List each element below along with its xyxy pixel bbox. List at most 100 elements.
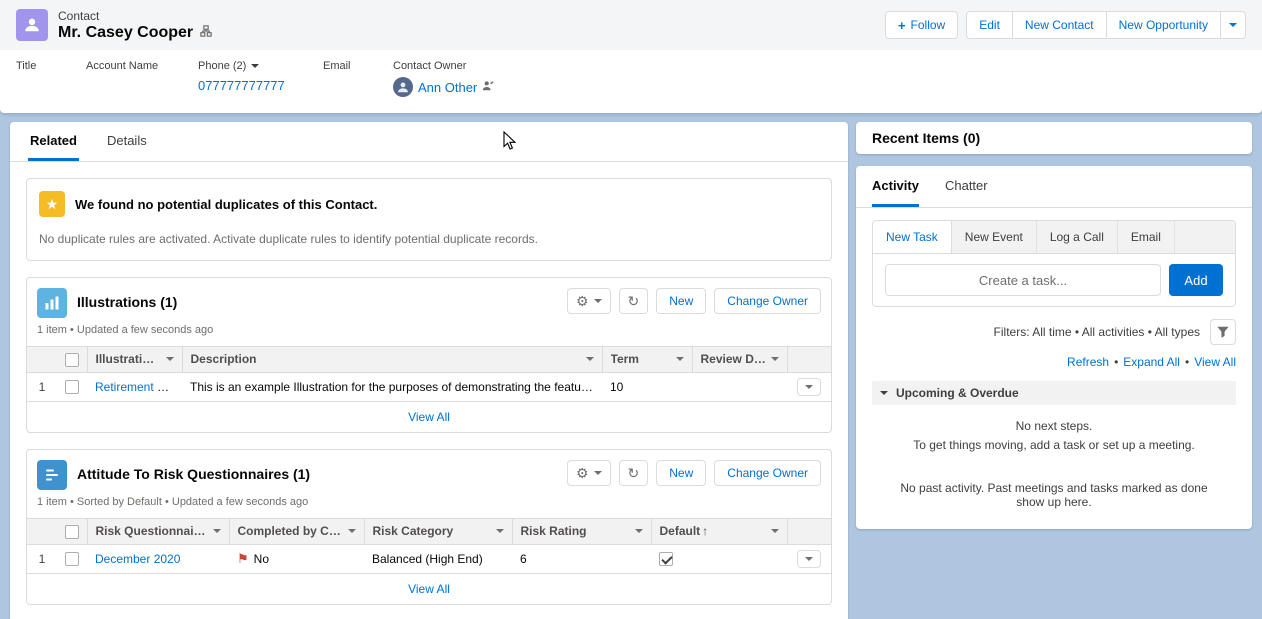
chevron-down-icon — [347, 529, 356, 534]
field-account-name: Account Name — [86, 60, 198, 97]
refresh-link[interactable]: Refresh — [1067, 355, 1109, 369]
atr-title[interactable]: Attitude To Risk Questionnaires (1) — [77, 466, 310, 482]
row-number: 1 — [27, 544, 57, 574]
tab-chatter[interactable]: Chatter — [945, 166, 988, 207]
chevron-down-icon — [585, 357, 594, 362]
refresh-icon: ↻ — [627, 464, 640, 481]
row-checkbox[interactable] — [65, 552, 79, 567]
illustrations-meta: 1 item • Updated a few seconds ago — [37, 324, 214, 336]
default-checkbox[interactable] — [659, 552, 673, 567]
page-title: Mr. Casey Cooper — [58, 23, 194, 41]
tab-related-label: Related — [30, 132, 77, 148]
upcoming-overdue-section[interactable]: Upcoming & Overdue — [872, 381, 1236, 405]
column-header-term[interactable]: Term — [601, 346, 692, 373]
column-header-review-date[interactable]: Review Date — [691, 346, 787, 373]
tab-details-label: Details — [106, 132, 147, 148]
row-actions-button[interactable] — [797, 549, 821, 568]
row-number-header — [27, 346, 57, 373]
view-all-link[interactable]: View All — [1194, 355, 1236, 369]
tab-email[interactable]: Email — [1118, 221, 1175, 253]
select-all-checkbox[interactable] — [65, 524, 79, 539]
record-body-panel: Related Details ★ We found no potential … — [10, 122, 848, 619]
illustrations-change-owner-button[interactable]: Change Owner — [714, 288, 821, 314]
illustrations-view-all-link[interactable]: View All — [408, 410, 450, 424]
illustrations-new-button[interactable]: New — [656, 288, 707, 314]
atr-refresh-button[interactable]: ↻ — [618, 459, 649, 486]
default-cell — [651, 544, 787, 574]
past-activity-empty-state: No past activity. Past meetings and task… — [900, 481, 1208, 510]
duplicates-description: No duplicate rules are activated. Activa… — [39, 232, 538, 246]
table-row: 1 December 2020 ⚑ No Balanced (High End) … — [27, 544, 831, 574]
chevron-down-icon — [675, 357, 684, 362]
more-actions-button[interactable] — [1220, 11, 1246, 39]
column-label: Risk Category — [372, 524, 454, 539]
chevron-down-icon — [770, 529, 779, 534]
atr-new-button[interactable]: New — [656, 459, 707, 486]
new-contact-button[interactable]: New Contact — [1011, 11, 1107, 39]
illustration-description-cell: This is an example Illustration for the … — [182, 372, 602, 402]
filter-button[interactable] — [1210, 319, 1236, 345]
create-task-input[interactable] — [885, 264, 1161, 296]
chevron-down-icon — [251, 64, 260, 68]
row-checkbox[interactable] — [65, 380, 79, 395]
gear-icon: ⚙ — [575, 293, 589, 309]
column-header-description[interactable]: Description — [181, 346, 602, 373]
tab-related[interactable]: Related — [28, 122, 79, 161]
atr-settings-button[interactable]: ⚙ — [566, 459, 611, 486]
account-name-field-label: Account Name — [86, 60, 159, 72]
select-all-checkbox[interactable] — [65, 352, 79, 367]
illustrations-refresh-button[interactable]: ↻ — [618, 288, 649, 314]
column-label: Default — [659, 524, 701, 539]
column-header-risk-category[interactable]: Risk Category — [363, 517, 512, 545]
phone-field-label[interactable]: Phone (2) — [198, 60, 315, 72]
row-actions-button[interactable] — [797, 377, 821, 396]
illustrations-title[interactable]: Illustrations (1) — [77, 294, 177, 310]
new-opportunity-button[interactable]: New Opportunity — [1105, 11, 1221, 39]
atr-change-owner-button[interactable]: Change Owner — [714, 459, 821, 486]
account-name-field-value — [86, 77, 190, 93]
column-header-completed-by[interactable]: Completed by Conta... — [228, 517, 364, 545]
record-tabs: Related Details — [10, 122, 848, 162]
illustration-name-link[interactable]: Retirement Plan — [95, 380, 181, 394]
phone-value-link[interactable]: 077777777777 — [198, 77, 315, 93]
atr-view-all-link[interactable]: View All — [408, 582, 450, 596]
row-number-header — [27, 517, 57, 545]
illustrations-icon — [37, 288, 67, 318]
hierarchy-icon[interactable] — [200, 24, 212, 42]
gear-icon: ⚙ — [575, 464, 589, 481]
tab-log-a-call[interactable]: Log a Call — [1037, 221, 1118, 253]
column-header-risk-rating[interactable]: Risk Rating — [511, 517, 651, 545]
chevron-down-icon — [212, 529, 221, 534]
table-row: 1 Retirement Plan This is an example Ill… — [27, 372, 831, 402]
activity-tabs: Activity Chatter — [856, 166, 1252, 208]
empty-line-1: No next steps. — [1015, 419, 1093, 433]
record-header: Contact Mr. Casey Cooper + Follow Edit N… — [0, 0, 1262, 113]
follow-button[interactable]: + Follow — [884, 11, 959, 39]
change-owner-icon[interactable] — [482, 80, 494, 95]
column-header-default[interactable]: Default ↑ — [650, 517, 787, 545]
email-field-label: Email — [323, 60, 351, 72]
column-label: Review Date — [700, 352, 767, 367]
recent-items-card: Recent Items (0) — [856, 122, 1252, 154]
edit-button[interactable]: Edit — [966, 11, 1013, 39]
separator: • — [1114, 355, 1119, 369]
tab-details[interactable]: Details — [105, 122, 149, 161]
tab-activity[interactable]: Activity — [872, 166, 919, 207]
tab-new-event[interactable]: New Event — [952, 221, 1037, 253]
field-title: Title — [16, 60, 86, 97]
column-header-questionnaire-name[interactable]: Risk Questionnaire N... — [86, 517, 229, 545]
title-field-label: Title — [16, 60, 37, 72]
owner-name-link[interactable]: Ann Other — [418, 80, 477, 95]
title-field-value — [16, 77, 78, 93]
questionnaire-name-link[interactable]: December 2020 — [95, 552, 180, 566]
highlights-panel: Title Account Name Phone (2) 07777777777… — [0, 50, 1262, 113]
expand-all-link[interactable]: Expand All — [1123, 355, 1180, 369]
add-task-button[interactable]: Add — [1169, 264, 1223, 296]
column-label: Description — [190, 352, 257, 367]
illustration-term-cell: 10 — [602, 372, 692, 402]
actions-column-header — [786, 346, 831, 373]
illustrations-settings-button[interactable]: ⚙ — [566, 288, 611, 314]
tab-new-task[interactable]: New Task — [873, 221, 952, 253]
column-header-illustration-name[interactable]: Illustration ... — [86, 346, 182, 373]
chevron-down-icon — [805, 556, 813, 561]
